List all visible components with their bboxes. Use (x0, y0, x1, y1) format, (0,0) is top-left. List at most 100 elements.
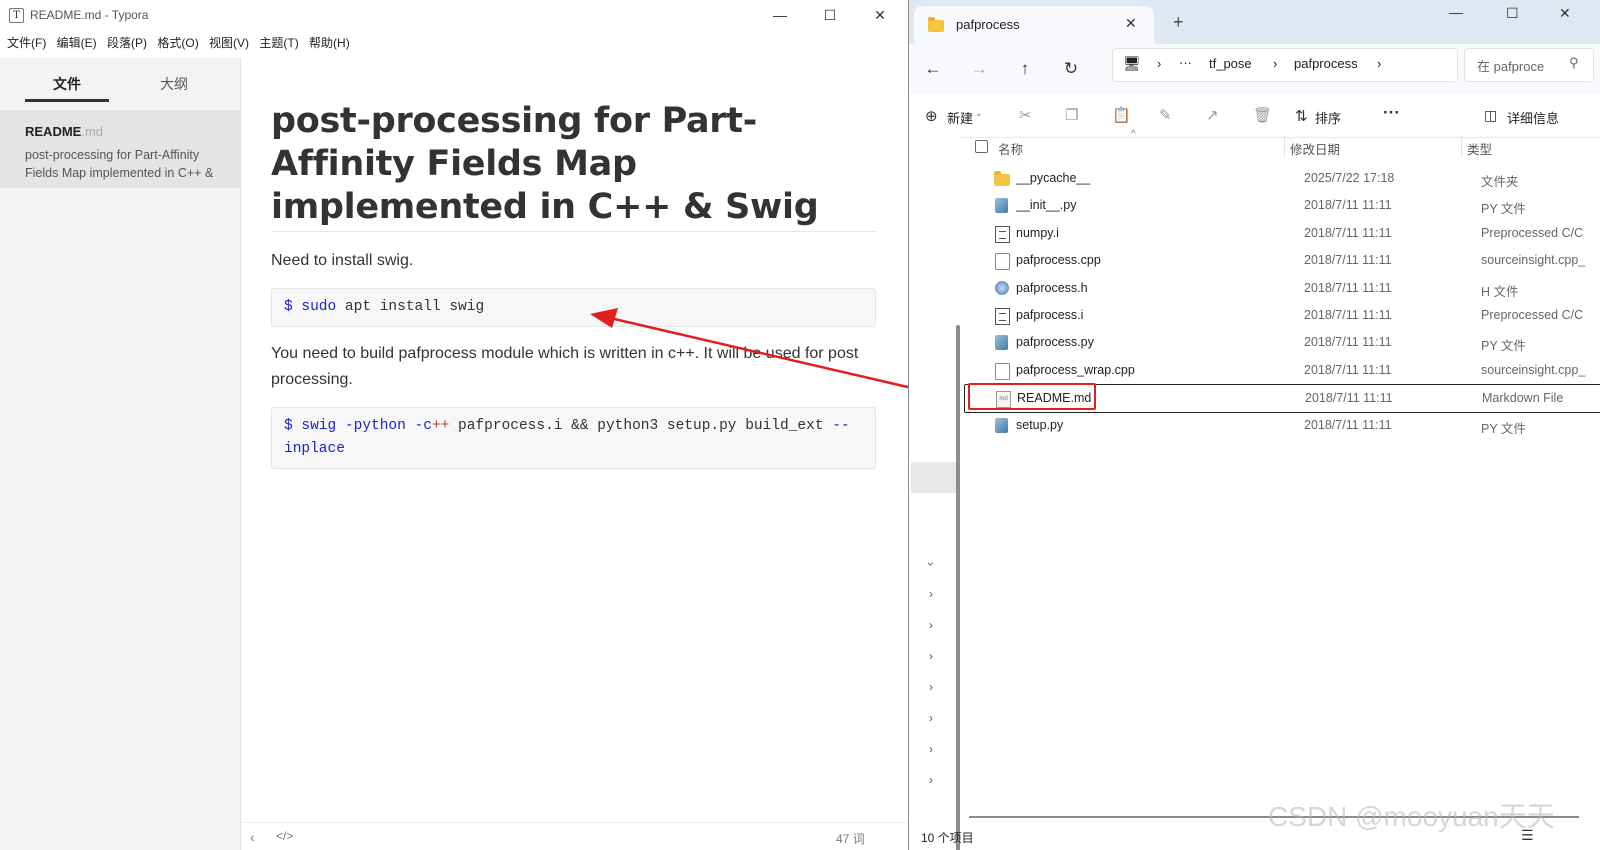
chevron-right-icon[interactable]: › (929, 649, 933, 663)
maximize-icon[interactable]: ☐ (808, 0, 852, 30)
source-code-icon[interactable]: </> (276, 829, 293, 843)
menu-edit[interactable]: 编辑(E) (57, 34, 97, 51)
word-count[interactable]: 47 词 (836, 830, 865, 847)
column-date[interactable]: 修改日期 (1290, 139, 1340, 158)
refresh-icon[interactable]: ↻ (1051, 44, 1091, 94)
breadcrumb-overflow-icon[interactable]: ··· (1179, 55, 1192, 70)
breadcrumb-pafprocess[interactable]: pafprocess (1294, 56, 1358, 71)
close-icon[interactable]: ✕ (1559, 5, 1571, 22)
file-row[interactable]: pafprocess.i 2018/7/11 11:11 Preprocessed … (964, 302, 1600, 329)
maximize-icon[interactable]: ☐ (1506, 5, 1519, 22)
chevron-right-icon[interactable]: › (929, 711, 933, 725)
breadcrumb-chevron-icon[interactable]: › (1273, 56, 1277, 71)
breadcrumb-tf-pose[interactable]: tf_pose (1209, 56, 1252, 71)
share-icon[interactable]: ↗ (1206, 94, 1219, 137)
paste-icon[interactable]: 📋 (1112, 94, 1131, 137)
rename-icon[interactable]: ✎ (1159, 94, 1172, 137)
minimize-icon[interactable]: — (1449, 4, 1463, 20)
tab-title: pafprocess (956, 17, 1020, 32)
details-pane-icon[interactable]: ◫ (1484, 107, 1497, 124)
copy-icon[interactable]: ❐ (1065, 94, 1078, 137)
delete-icon[interactable]: 🗑 (1253, 94, 1272, 137)
column-divider[interactable] (1461, 135, 1462, 157)
new-tab-icon[interactable]: + (1173, 12, 1184, 33)
menu-format[interactable]: 格式(O) (157, 34, 198, 51)
cut-icon[interactable]: ✂ (1019, 94, 1032, 137)
file-row[interactable]: pafprocess.py 2018/7/11 11:11 PY 文件 (964, 329, 1600, 356)
search-icon[interactable]: ⚲ (1569, 55, 1579, 71)
close-tab-icon[interactable]: ✕ (1125, 15, 1137, 32)
paragraph-install: Need to install swig. (271, 252, 414, 269)
menu-file[interactable]: 文件(F) (7, 34, 46, 51)
file-date: 2018/7/11 11:11 (1304, 280, 1392, 295)
status-bar: ‹ </> 47 词 (240, 822, 908, 850)
sort-button[interactable]: 排序 (1315, 108, 1341, 127)
chevron-right-icon[interactable]: › (929, 680, 933, 694)
chevron-down-icon[interactable]: ⌄ (975, 108, 983, 119)
window-title: README.md - Typora (30, 8, 149, 22)
column-type[interactable]: 类型 (1467, 139, 1492, 158)
file-name: pafprocess.py (1016, 335, 1094, 350)
active-tab-indicator (25, 99, 109, 102)
chevron-right-icon[interactable]: › (929, 773, 933, 787)
file-type: Preprocessed C/C (1481, 225, 1584, 240)
breadcrumb-chevron-icon[interactable]: › (1377, 56, 1381, 71)
chevron-right-icon[interactable]: › (929, 742, 933, 756)
more-options-icon[interactable]: ··· (1383, 103, 1400, 123)
new-button[interactable]: 新建 (947, 108, 973, 127)
code-block-install[interactable]: $ sudo apt install swig (271, 288, 876, 327)
menu-paragraph[interactable]: 段落(P) (107, 34, 147, 51)
file-date: 2018/7/11 11:11 (1304, 362, 1392, 377)
column-divider[interactable] (1284, 135, 1285, 157)
search-box[interactable]: 在 pafproce ⚲ (1464, 48, 1594, 82)
computer-icon: 🖥 (1123, 55, 1141, 71)
column-name[interactable]: 名称 (998, 139, 1023, 158)
header-file-icon (995, 280, 1009, 295)
file-type: PY 文件 (1481, 339, 1526, 354)
details-button[interactable]: 详细信息 (1507, 108, 1559, 127)
document-content[interactable]: post-processing for Part-Affinity Fields… (271, 100, 876, 469)
back-icon[interactable]: ← (913, 44, 953, 94)
nav-scrollbar[interactable] (956, 325, 960, 850)
file-row[interactable]: __pycache__ 2025/7/22 17:18 文件夹 (964, 165, 1600, 192)
new-icon[interactable]: ⊕ (925, 107, 938, 125)
file-row[interactable]: pafprocess_wrap.cpp 2018/7/11 11:11 source… (964, 357, 1600, 384)
code-block-build[interactable]: $ swig -python -c++ pafprocess.i && pyth… (271, 407, 876, 469)
python-file-icon (995, 335, 1008, 351)
file-date: 2018/7/11 11:11 (1304, 198, 1392, 213)
sidebar-file-item[interactable]: README.md post-processing for Part-Affin… (0, 110, 240, 188)
chevron-down-icon[interactable]: › (924, 562, 938, 566)
chevron-right-icon[interactable]: › (929, 618, 933, 632)
navigation-pane[interactable]: › › › › › › › › (909, 137, 960, 850)
tab-outline[interactable]: 大纲 (160, 74, 188, 94)
select-all-checkbox[interactable] (975, 140, 988, 153)
file-row[interactable]: numpy.i 2018/7/11 11:11 Preprocessed C/C (964, 220, 1600, 247)
file-row[interactable]: __init__.py 2018/7/11 11:11 PY 文件 (964, 192, 1600, 219)
python-file-icon (995, 417, 1008, 433)
sort-icon[interactable]: ⇅ (1295, 107, 1308, 125)
breadcrumb-chevron-icon[interactable]: › (1157, 56, 1161, 71)
address-bar[interactable]: 🖥 › ··· tf_pose › pafprocess › (1112, 48, 1458, 82)
chevron-right-icon[interactable]: › (929, 587, 933, 601)
up-icon[interactable]: ↑ (1005, 44, 1045, 94)
close-icon[interactable]: ✕ (858, 0, 902, 30)
tab-strip: pafprocess ✕ + — ☐ ✕ (909, 0, 1600, 44)
menu-theme[interactable]: 主题(T) (259, 34, 298, 51)
file-row[interactable]: pafprocess.cpp 2018/7/11 11:11 sourceinsig… (964, 247, 1600, 274)
explorer-tab[interactable]: pafprocess ✕ (914, 6, 1154, 44)
toggle-sidebar-icon[interactable]: ‹ (250, 829, 255, 845)
minimize-icon[interactable]: — (758, 0, 802, 30)
forward-icon[interactable]: → (959, 44, 999, 94)
file-name: pafprocess.h (1016, 280, 1088, 295)
menu-help[interactable]: 帮助(H) (309, 34, 350, 51)
file-row[interactable]: pafprocess.h 2018/7/11 11:11 H 文件 (964, 275, 1600, 302)
file-date: 2018/7/11 11:11 (1304, 308, 1392, 322)
file-name: __init__.py (1016, 198, 1077, 213)
file-row[interactable]: setup.py 2018/7/11 11:11 PY 文件 (964, 412, 1600, 439)
menu-view[interactable]: 视图(V) (209, 34, 249, 51)
file-name: numpy.i (1016, 225, 1059, 240)
nav-selected-item[interactable] (911, 462, 957, 493)
file-name: __pycache__ (1016, 171, 1091, 185)
search-input[interactable]: 在 pafproce (1477, 56, 1544, 75)
tab-files[interactable]: 文件 (53, 74, 81, 94)
